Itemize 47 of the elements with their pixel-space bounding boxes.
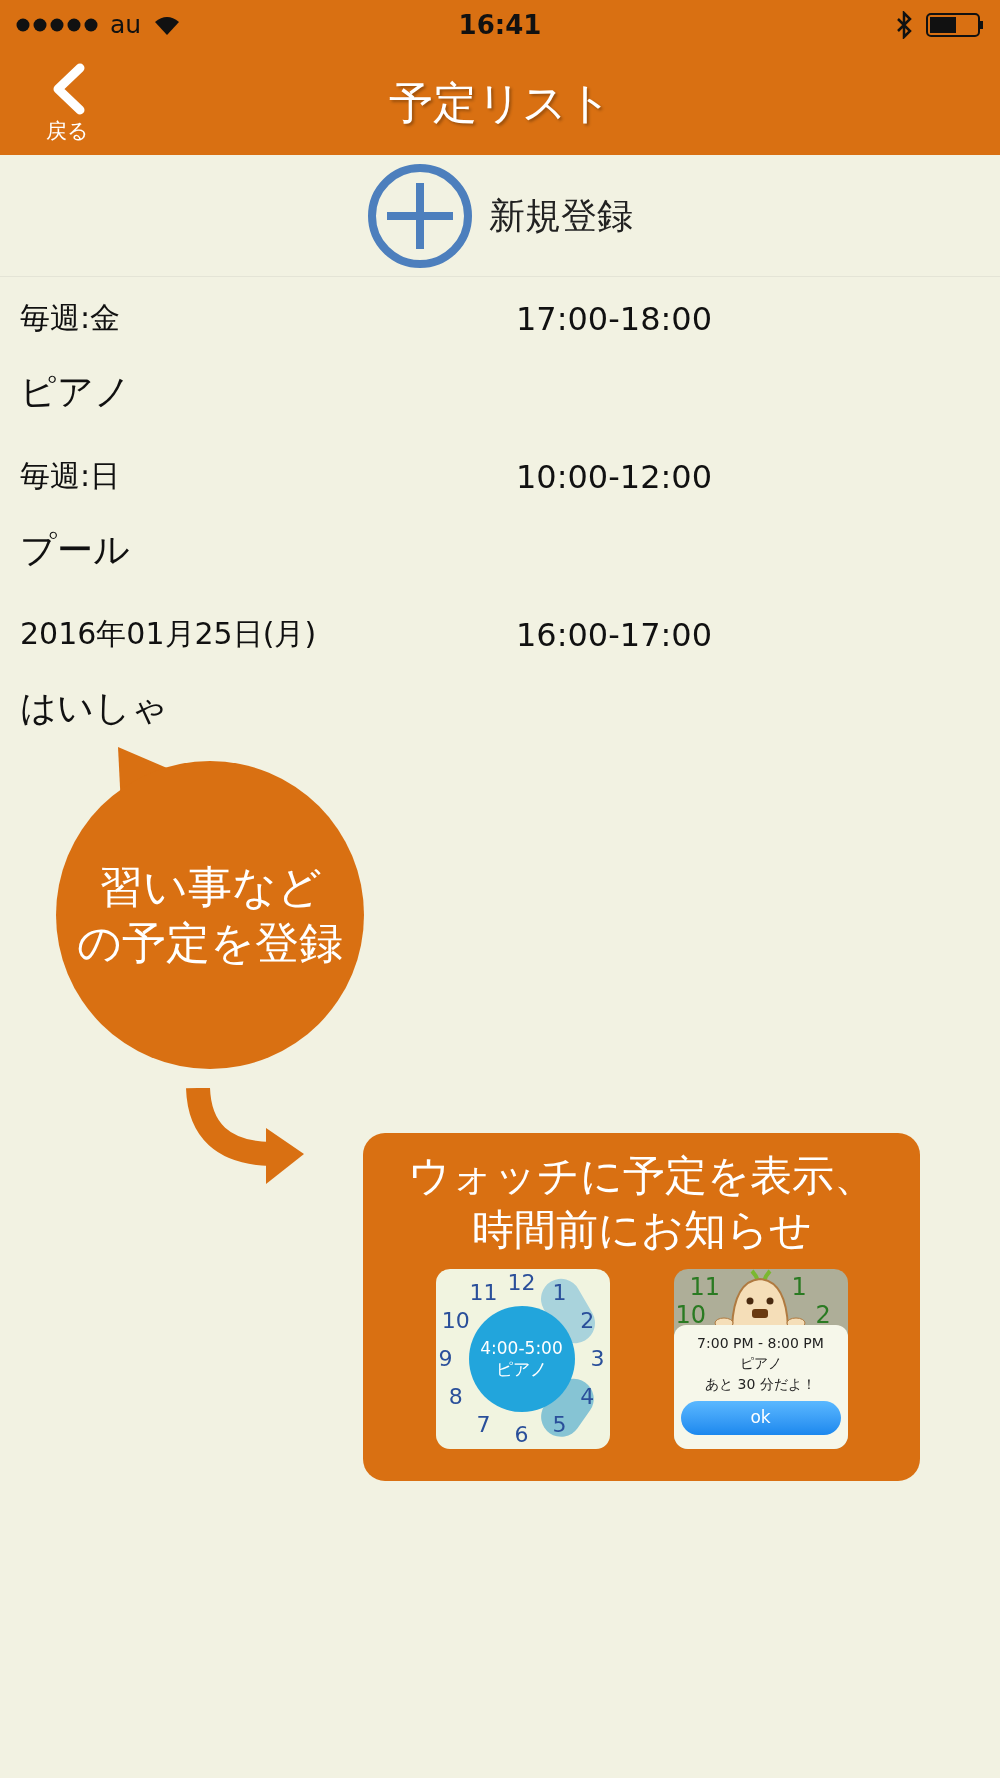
schedule-date: 毎週:金	[20, 299, 122, 337]
event-name: ピアノ	[496, 1359, 547, 1381]
schedule-time: 16:00-17:00	[516, 615, 712, 656]
schedule-item[interactable]: 毎週:日 10:00-12:00 プール	[0, 435, 1000, 593]
signal-icon	[16, 18, 98, 32]
schedule-time: 10:00-12:00	[516, 457, 712, 498]
plus-circle-icon	[367, 162, 473, 269]
clock-number: 9	[437, 1348, 454, 1370]
schedule-name: ピアノ	[20, 370, 132, 414]
callout-text: 習い事など	[98, 860, 322, 914]
alert-message: あと 30 分だよ！	[705, 1375, 816, 1394]
panel-title: ウォッチに予定を表示、	[407, 1150, 876, 1202]
clock-number: 8	[447, 1386, 464, 1408]
clock-number: 3	[589, 1348, 606, 1370]
schedule-name: プール	[20, 528, 131, 572]
clock-number: 12	[506, 1272, 537, 1294]
schedule-date: 2016年01月25日(月)	[20, 615, 318, 653]
clock-number: 2	[815, 1303, 831, 1327]
clock-number: 1	[791, 1275, 807, 1299]
schedule-item[interactable]: 毎週:金 17:00-18:00 ピアノ	[0, 277, 1000, 435]
clock-number: 2	[579, 1310, 596, 1332]
callout-text: の予定を登録	[77, 916, 343, 970]
schedule-date: 毎週:日	[20, 457, 122, 495]
carrier-label: au	[110, 9, 142, 42]
panel-title: 時間前にお知らせ	[471, 1204, 812, 1256]
clock-number: 4	[579, 1386, 596, 1408]
bluetooth-icon	[896, 11, 912, 39]
clock-number: 10	[440, 1310, 471, 1332]
event-time: 4:00-5:00	[480, 1337, 563, 1359]
alert-name: ピアノ	[739, 1354, 782, 1373]
clock-number: 1	[551, 1282, 568, 1305]
battery-icon	[926, 13, 984, 37]
schedule-item[interactable]: 2016年01月25日(月) 16:00-17:00 はいしゃ	[0, 593, 1000, 751]
clock-number: 11	[468, 1282, 499, 1305]
clock-number: 5	[551, 1413, 568, 1436]
clock-number: 6	[513, 1424, 530, 1446]
schedule-name: はいしゃ	[20, 686, 169, 730]
wifi-icon	[153, 14, 182, 36]
new-entry-button[interactable]: 新規登録	[0, 155, 1000, 277]
status-time: 16:41	[458, 8, 542, 42]
alert-time: 7:00 PM - 8:00 PM	[697, 1334, 824, 1353]
clock-number: 11	[689, 1275, 721, 1299]
clock-number: 7	[475, 1413, 492, 1436]
clock-number: 10	[675, 1303, 707, 1327]
curved-arrow-icon	[186, 1088, 306, 1184]
screen-title: 予定リスト	[388, 75, 612, 130]
schedule-time: 17:00-18:00	[516, 299, 712, 340]
